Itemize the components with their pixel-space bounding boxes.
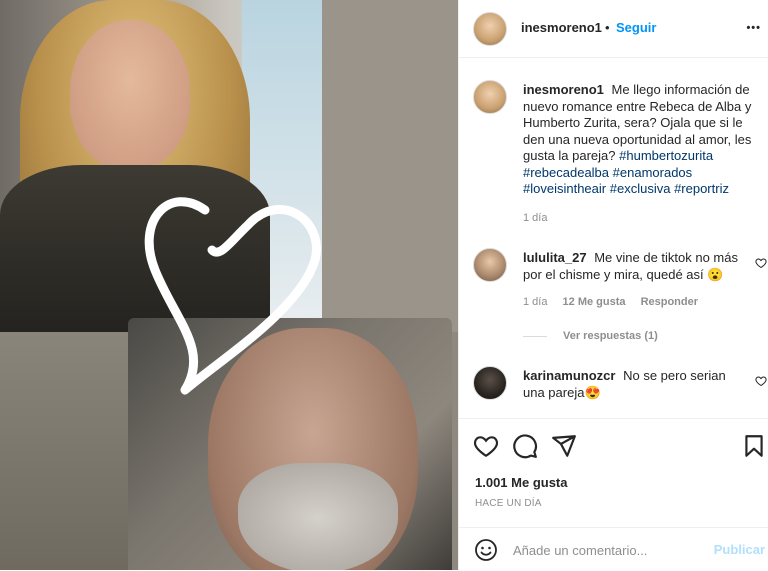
image-background-bottom: [0, 332, 128, 570]
hashtag[interactable]: #exclusiva: [610, 181, 671, 196]
caption-meta: 1 día: [523, 212, 559, 224]
man-beard: [238, 463, 398, 570]
comment-text-block: lululita_27 Me vine de tiktok no más por…: [523, 250, 753, 283]
comments-list: inesmoreno1 Me llego información de nuev…: [459, 58, 768, 418]
follow-button[interactable]: Seguir: [616, 20, 656, 35]
hashtag[interactable]: #reportriz: [674, 181, 729, 196]
author-username[interactable]: inesmoreno1: [521, 20, 602, 35]
comment-text-block: karinamunozcr No se pero serian una pare…: [523, 368, 733, 401]
commenter-username[interactable]: karinamunozcr: [523, 368, 615, 383]
hashtag[interactable]: #rebecadealba: [523, 165, 609, 180]
comment-likes[interactable]: 12 Me gusta: [563, 296, 626, 308]
commenter-avatar[interactable]: [473, 366, 507, 400]
more-options-icon[interactable]: •••: [746, 22, 761, 34]
caption-text-block: inesmoreno1 Me llego información de nuev…: [523, 82, 763, 198]
comment-meta: 1 día 12 Me gusta Responder: [523, 296, 710, 308]
post-side-panel: inesmoreno1 • Seguir ••• inesmoreno1 Me …: [458, 0, 768, 570]
comment-time[interactable]: 1 día: [523, 296, 547, 308]
hashtag[interactable]: #humbertozurita: [619, 148, 713, 163]
commenter-avatar[interactable]: [473, 248, 507, 282]
likes-count[interactable]: 1.001 Me gusta: [475, 475, 568, 490]
post-image[interactable]: [0, 0, 458, 570]
caption-username[interactable]: inesmoreno1: [523, 82, 604, 97]
publish-button[interactable]: Publicar: [714, 542, 765, 557]
caption-time[interactable]: 1 día: [523, 212, 547, 224]
hashtag[interactable]: #loveisintheair: [523, 181, 606, 196]
post-date[interactable]: HACE UN DÍA: [475, 498, 542, 509]
comment-input[interactable]: [513, 541, 703, 559]
caption-avatar[interactable]: [473, 80, 507, 114]
bookmark-icon[interactable]: [741, 433, 767, 459]
replies-divider: [523, 335, 547, 337]
smiley-icon[interactable]: [474, 538, 498, 562]
drawn-heart-icon: [144, 197, 321, 395]
commenter-username[interactable]: lululita_27: [523, 250, 587, 265]
header-separator: •: [605, 20, 610, 35]
paper-plane-icon[interactable]: [551, 433, 577, 459]
woman-face: [70, 20, 190, 170]
heart-outline-icon[interactable]: [473, 433, 499, 459]
view-replies-label: Ver respuestas (1): [563, 330, 658, 342]
add-comment-bar: Publicar: [459, 527, 768, 571]
post-actions: 1.001 Me gusta HACE UN DÍA: [459, 418, 768, 529]
view-replies-button[interactable]: Ver respuestas (1): [523, 330, 658, 342]
reply-button[interactable]: Responder: [641, 296, 698, 308]
comment-like-icon[interactable]: [755, 257, 767, 269]
hashtag[interactable]: #enamorados: [613, 165, 693, 180]
image-background-right: [322, 0, 458, 332]
post-header: inesmoreno1 • Seguir •••: [459, 0, 768, 58]
comment-bubble-icon[interactable]: [512, 433, 538, 459]
author-avatar[interactable]: [473, 12, 507, 46]
comment-like-icon[interactable]: [755, 375, 767, 387]
